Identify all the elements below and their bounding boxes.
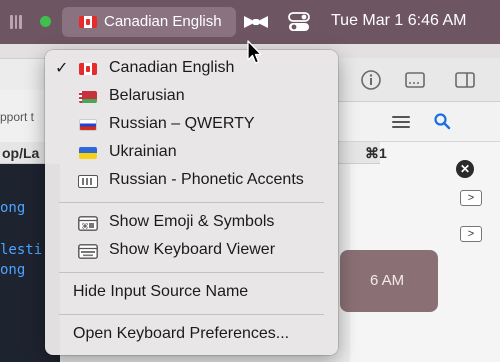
- menu-item-russian-qwerty[interactable]: Russian – QWERTY: [45, 111, 338, 139]
- left-window-snippet: pport t: [0, 110, 35, 124]
- belarus-flag-icon: [79, 91, 97, 103]
- menubar-clock[interactable]: Tue Mar 1 6:46 AM: [331, 12, 466, 30]
- terminal-line: ong: [0, 262, 26, 278]
- window-toolbar: [338, 58, 500, 102]
- menu-item-label: Russian – QWERTY: [109, 115, 255, 132]
- menu-item-canadian-english[interactable]: ✓ Canadian English: [45, 55, 338, 83]
- list-icon[interactable]: [392, 113, 410, 129]
- svg-text:⌘: ⌘: [82, 223, 89, 231]
- menu-item-label: Ukrainian: [109, 143, 177, 160]
- terminal-line: lesti: [0, 242, 43, 258]
- menu-bar: Canadian English Tue Mar 1 6:46 AM: [0, 0, 500, 44]
- menu-item-label: Open Keyboard Preferences...: [73, 325, 290, 342]
- secondary-toolbar: [338, 102, 500, 142]
- disclosure-button[interactable]: >: [460, 190, 482, 206]
- terminal-line: ong: [0, 200, 26, 216]
- editor-path: op/La: [2, 145, 40, 161]
- bowtie-icon[interactable]: [243, 14, 269, 30]
- menu-item-keyboard-viewer[interactable]: Show Keyboard Viewer: [45, 237, 338, 265]
- notification-time: 6 AM: [370, 272, 405, 289]
- keyboard-icon: [78, 175, 98, 188]
- input-source-label: Canadian English: [104, 13, 222, 30]
- mouse-cursor-icon: [247, 40, 262, 64]
- menu-item-label: Belarusian: [109, 87, 185, 104]
- keyboard-viewer-icon: [78, 244, 98, 259]
- menu-item-label: Canadian English: [109, 59, 235, 76]
- search-icon[interactable]: [433, 112, 451, 130]
- control-center-icon[interactable]: [288, 12, 310, 32]
- sidebar-toggle-icon[interactable]: [452, 67, 478, 93]
- menubar-grip-icon[interactable]: [10, 15, 23, 29]
- close-icon[interactable]: ✕: [456, 160, 474, 178]
- info-icon[interactable]: [358, 67, 384, 93]
- input-source-menu: ✓ Canadian English Belarusian Russian – …: [45, 50, 338, 355]
- menu-item-belarusian[interactable]: Belarusian: [45, 83, 338, 111]
- menu-item-label: Show Emoji & Symbols: [109, 213, 275, 230]
- status-dot-icon[interactable]: [40, 16, 51, 27]
- checkmark-icon: ✓: [55, 60, 69, 77]
- window-layout-icon[interactable]: [402, 67, 428, 93]
- menu-item-russian-phonetic[interactable]: Russian - Phonetic Accents: [45, 167, 338, 195]
- menu-item-hide-input-source-name[interactable]: Hide Input Source Name: [45, 279, 338, 307]
- menu-item-label: Russian - Phonetic Accents: [109, 171, 304, 188]
- canada-flag-icon: [79, 63, 97, 75]
- menu-item-label: Hide Input Source Name: [73, 283, 249, 300]
- ukraine-flag-icon: [79, 147, 97, 159]
- menu-separator: [59, 272, 324, 273]
- menu-item-label: Show Keyboard Viewer: [109, 241, 276, 258]
- canada-flag-icon: [79, 16, 97, 28]
- editor-shortcut: ⌘1: [365, 145, 387, 161]
- menu-item-ukrainian[interactable]: Ukrainian: [45, 139, 338, 167]
- menu-separator: [59, 202, 324, 203]
- menu-item-show-emoji[interactable]: ⌘ Show Emoji & Symbols: [45, 209, 338, 237]
- disclosure-button-2[interactable]: >: [460, 226, 482, 242]
- menu-separator: [59, 314, 324, 315]
- menu-item-open-keyboard-preferences[interactable]: Open Keyboard Preferences...: [45, 321, 338, 349]
- russia-flag-icon: [79, 119, 97, 131]
- emoji-viewer-icon: ⌘: [78, 216, 98, 231]
